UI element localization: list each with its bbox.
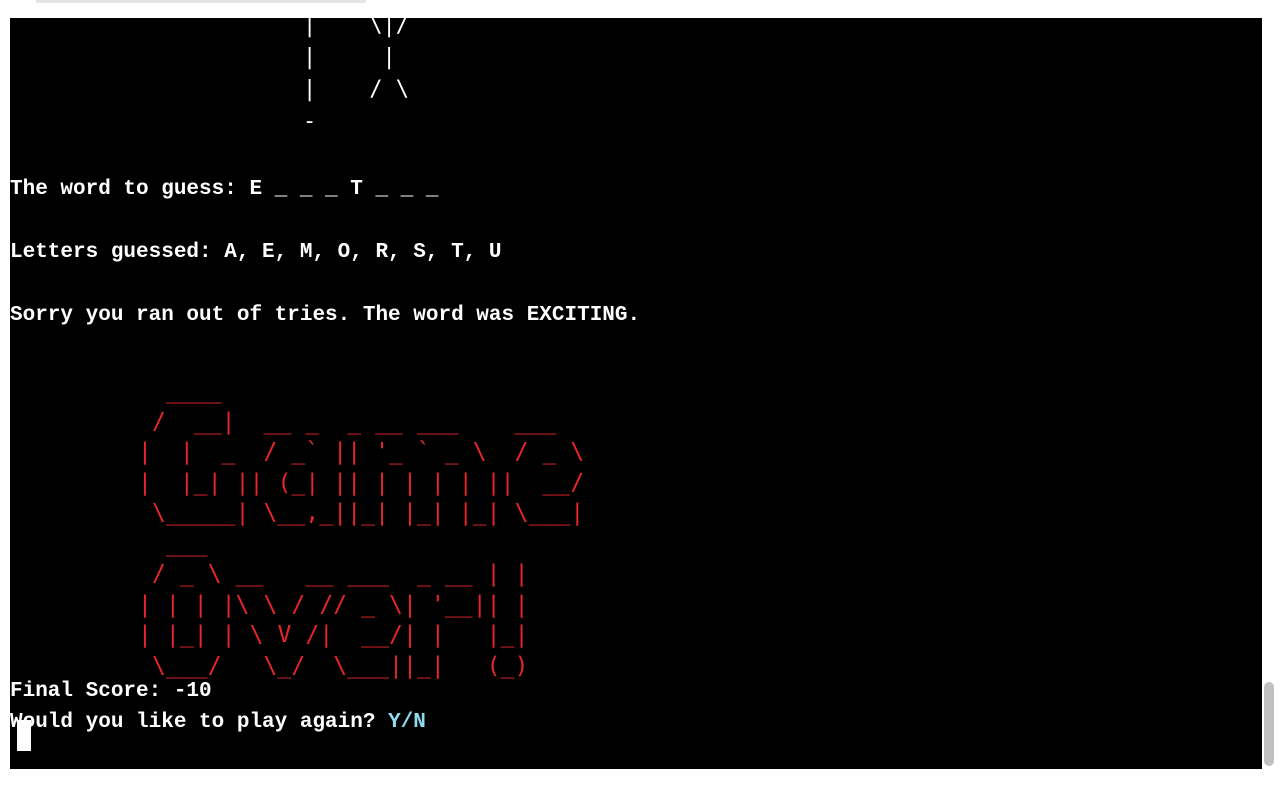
out-of-tries-text: Sorry you ran out of tries. The word was	[10, 304, 527, 327]
out-of-tries-period: .	[627, 304, 641, 327]
final-score: Final Score: -10	[10, 680, 212, 703]
terminal-cursor[interactable]	[17, 720, 31, 751]
scrollbar-track[interactable]	[1262, 18, 1278, 769]
play-again-prompt: Would you like to play again?	[10, 711, 389, 734]
terminal-window[interactable]: | \|/ | | | / \ - The word to guess: E _…	[10, 18, 1262, 769]
browser-tab-strip	[36, 0, 366, 3]
play-again-line: Would you like to play again? Y/N	[10, 711, 426, 735]
game-over-banner: ____ / __| __ _ _ __ ___ ___ | | _ / _` …	[138, 378, 585, 679]
letters-guessed-line: Letters guessed: A, E, M, O, R, S, T, U	[10, 241, 502, 264]
play-again-options: Y/N	[388, 711, 426, 734]
out-of-tries-message: Sorry you ran out of tries. The word was…	[10, 304, 640, 328]
scrollbar-thumb[interactable]	[1264, 682, 1274, 766]
hangman-drawing: | \|/ | | | / \ -	[303, 18, 409, 134]
secret-word: EXCITING	[526, 304, 628, 327]
word-to-guess-line: The word to guess: E _ _ _ T _ _ _	[10, 178, 439, 201]
